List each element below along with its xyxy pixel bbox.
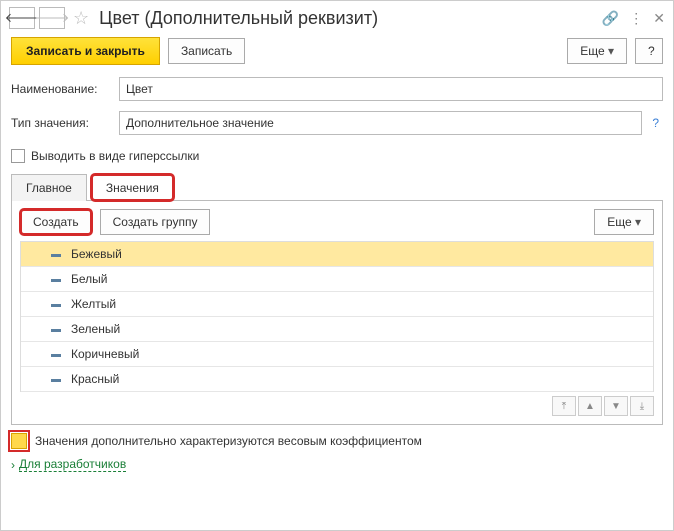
item-icon: ▬ xyxy=(51,274,61,285)
item-label: Коричневый xyxy=(71,347,139,361)
kebab-menu-icon[interactable]: ⋮ xyxy=(629,10,643,27)
hyperlink-checkbox[interactable] xyxy=(11,149,25,163)
item-label: Красный xyxy=(71,372,119,386)
list-item[interactable]: ▬ Белый xyxy=(21,267,653,292)
move-down-button[interactable]: ▼ xyxy=(604,396,628,416)
list-item[interactable]: ▬ Красный xyxy=(21,367,653,392)
panel-more-button[interactable]: Еще xyxy=(594,209,654,235)
move-bottom-button[interactable]: ⤓ xyxy=(630,396,654,416)
favorite-icon[interactable]: ☆ xyxy=(73,8,89,29)
item-icon: ▬ xyxy=(51,349,61,360)
values-list: ▬ Бежевый ▬ Белый ▬ Желтый ▬ Зеленый ▬ К… xyxy=(20,241,654,392)
item-label: Зеленый xyxy=(71,322,120,336)
item-icon: ▬ xyxy=(51,374,61,385)
weight-label: Значения дополнительно характеризуются в… xyxy=(35,434,422,448)
close-icon[interactable]: ✕ xyxy=(653,10,665,27)
item-label: Бежевый xyxy=(71,247,122,261)
tab-values[interactable]: Значения xyxy=(91,174,174,201)
save-button[interactable]: Записать xyxy=(168,38,245,64)
move-up-button[interactable]: ▲ xyxy=(578,396,602,416)
weight-checkbox[interactable] xyxy=(11,433,27,449)
create-group-button[interactable]: Создать группу xyxy=(100,209,211,235)
create-button[interactable]: Создать xyxy=(20,209,92,235)
item-label: Белый xyxy=(71,272,107,286)
type-input[interactable] xyxy=(119,111,642,135)
type-label: Тип значения: xyxy=(11,116,113,130)
chevron-right-icon: › xyxy=(11,458,15,472)
tab-main[interactable]: Главное xyxy=(11,174,87,201)
nav-back-button[interactable]: 🡐 xyxy=(9,7,35,29)
save-and-close-button[interactable]: Записать и закрыть xyxy=(11,37,160,65)
link-icon[interactable]: 🔗 xyxy=(602,10,619,27)
window-title: Цвет (Дополнительный реквизит) xyxy=(99,8,598,29)
name-label: Наименование: xyxy=(11,82,113,96)
values-panel: Создать Создать группу Еще ▬ Бежевый ▬ Б… xyxy=(11,200,663,425)
help-button[interactable]: ? xyxy=(635,38,663,64)
hyperlink-label: Выводить в виде гиперссылки xyxy=(31,149,199,163)
item-icon: ▬ xyxy=(51,249,61,260)
list-item[interactable]: ▬ Коричневый xyxy=(21,342,653,367)
type-help-icon[interactable]: ? xyxy=(648,116,663,130)
developers-link[interactable]: › Для разработчиков xyxy=(11,457,663,472)
nav-forward-button[interactable]: 🡒 xyxy=(39,7,65,29)
item-icon: ▬ xyxy=(51,299,61,310)
list-item[interactable]: ▬ Бежевый xyxy=(21,242,653,267)
developers-link-text: Для разработчиков xyxy=(19,457,126,472)
item-label: Желтый xyxy=(71,297,116,311)
item-icon: ▬ xyxy=(51,324,61,335)
list-item[interactable]: ▬ Желтый xyxy=(21,292,653,317)
more-button[interactable]: Еще xyxy=(567,38,627,64)
list-item[interactable]: ▬ Зеленый xyxy=(21,317,653,342)
move-top-button[interactable]: ⤒ xyxy=(552,396,576,416)
name-input[interactable] xyxy=(119,77,663,101)
